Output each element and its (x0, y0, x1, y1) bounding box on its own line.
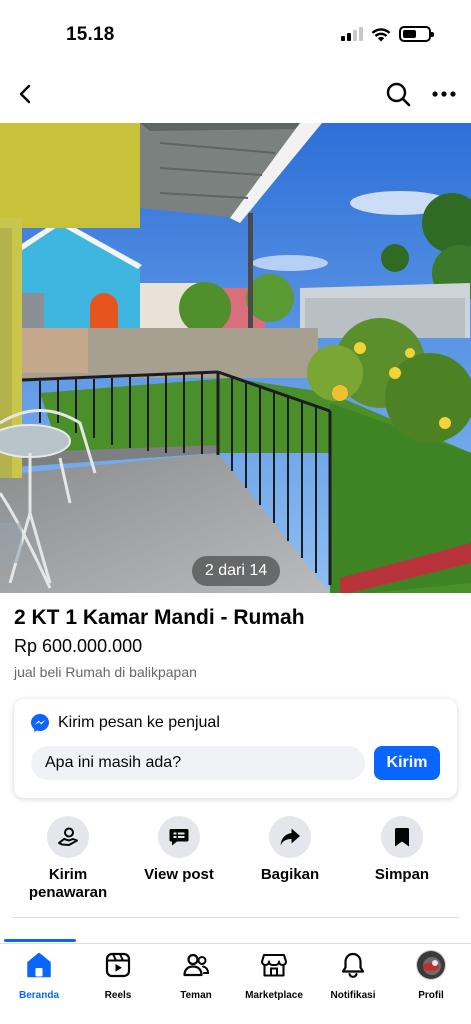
wifi-icon (371, 27, 391, 41)
back-button[interactable] (10, 78, 42, 110)
make-offer-label: Kirim penawaran (28, 866, 108, 901)
tab-marketplace-label: Marketplace (245, 990, 303, 1001)
divider (12, 917, 459, 918)
make-offer-icon-wrap (47, 816, 89, 858)
tab-beranda[interactable]: Beranda (0, 950, 78, 1001)
message-input[interactable] (31, 746, 365, 780)
section-tab-indicator (4, 939, 76, 942)
message-seller-label: Kirim pesan ke penjual (58, 714, 220, 731)
battery-icon (399, 26, 434, 42)
view-post-icon-wrap (158, 816, 200, 858)
tab-notifikasi[interactable]: Notifikasi (314, 950, 392, 1001)
listing-price: Rp 600.000.000 (14, 636, 143, 656)
tab-teman[interactable]: Teman (157, 950, 235, 1001)
listing-actions: Kirim penawaran View post Bagikan Simpan (0, 816, 471, 916)
offer-icon (58, 827, 78, 846)
save-label: Simpan (374, 866, 430, 883)
bell-icon (338, 950, 368, 980)
send-message-button[interactable]: Kirim (374, 746, 440, 780)
listing-location[interactable]: jual beli Rumah di balikpapan (14, 664, 197, 680)
listing-title: 2 KT 1 Kamar Mandi - Rumah (14, 606, 305, 629)
share-label: Bagikan (260, 866, 320, 883)
chevron-left-icon (19, 84, 31, 104)
marketplace-icon (259, 950, 289, 980)
tab-beranda-label: Beranda (18, 990, 59, 1001)
more-options-button[interactable] (428, 78, 460, 110)
view-post-label: View post (144, 866, 214, 883)
tab-marketplace[interactable]: Marketplace (235, 950, 313, 1001)
cellular-signal-icon (341, 27, 363, 41)
make-offer-button[interactable]: Kirim penawaran (13, 816, 123, 902)
share-button[interactable]: Bagikan (235, 816, 345, 884)
profile-avatar-wrap (416, 950, 446, 980)
tab-profil-label: Profil (418, 990, 444, 1001)
search-icon (386, 82, 411, 107)
tab-teman-label: Teman (180, 990, 212, 1001)
listing-photo[interactable] (0, 123, 471, 593)
share-icon-wrap (269, 816, 311, 858)
view-post-button[interactable]: View post (124, 816, 234, 884)
avatar (416, 950, 446, 980)
bookmark-icon (395, 828, 409, 847)
tab-profil[interactable]: Profil (392, 950, 470, 1001)
more-horizontal-icon (432, 91, 456, 97)
photo-counter: 2 dari 14 (192, 556, 280, 586)
status-time: 15.18 (66, 24, 115, 45)
view-post-icon (169, 829, 189, 846)
tab-reels-label: Reels (104, 990, 132, 1001)
status-icons (341, 26, 434, 42)
tab-notifikasi-label: Notifikasi (330, 990, 376, 1001)
reels-icon (103, 950, 133, 980)
home-icon (24, 950, 54, 980)
bottom-tab-bar: Beranda Reels Teman Marketplace Notifika… (0, 943, 471, 1024)
messenger-icon (31, 714, 49, 732)
tab-reels[interactable]: Reels (79, 950, 157, 1001)
top-nav (0, 72, 471, 118)
friends-icon (181, 950, 211, 980)
message-seller-header: Kirim pesan ke penjual (30, 713, 220, 733)
search-button[interactable] (382, 78, 414, 110)
save-button[interactable]: Simpan (347, 816, 457, 884)
share-icon (280, 828, 300, 846)
message-seller-card: Kirim pesan ke penjual Kirim (14, 699, 457, 798)
status-bar: 15.18 (0, 0, 471, 70)
save-icon-wrap (381, 816, 423, 858)
